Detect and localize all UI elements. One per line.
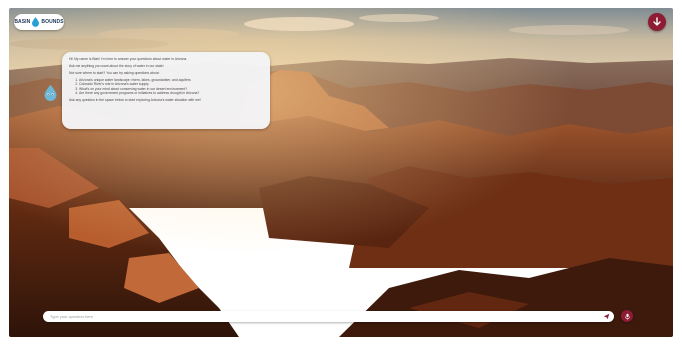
suggestion-list: Arizona's unique water landscape: rivers… [69, 78, 263, 96]
bot-message-bubble: Hi! My name is Blair! I'm here to answer… [62, 52, 270, 129]
arrow-down-icon [653, 17, 661, 26]
water-drop-icon [32, 17, 40, 27]
question-input[interactable] [50, 314, 600, 319]
ask-text: Ask me anything you want about the story… [69, 64, 164, 68]
mic-button[interactable] [621, 310, 633, 322]
suggestion-item: Are there any government programs or ini… [79, 91, 263, 95]
mic-icon [624, 313, 630, 320]
closing-text: Ask any question in the space below to s… [69, 98, 201, 103]
logo-text-right: BOUNDS [41, 19, 64, 25]
app-window: BASIN BOUNDS Hi! My name is Blair! I'm h… [9, 8, 673, 337]
logo-text-left: BASIN [14, 19, 31, 25]
send-icon[interactable] [603, 313, 610, 320]
prompt-text: Not sure where to start? You can try ask… [69, 71, 160, 75]
brand-logo[interactable]: BASIN BOUNDS [14, 14, 64, 30]
bot-avatar-icon [44, 84, 57, 101]
chat-input-bar [43, 311, 614, 322]
intro-text: Hi! My name is Blair! I'm here to answer… [69, 57, 188, 61]
scroll-down-button[interactable] [648, 13, 666, 31]
